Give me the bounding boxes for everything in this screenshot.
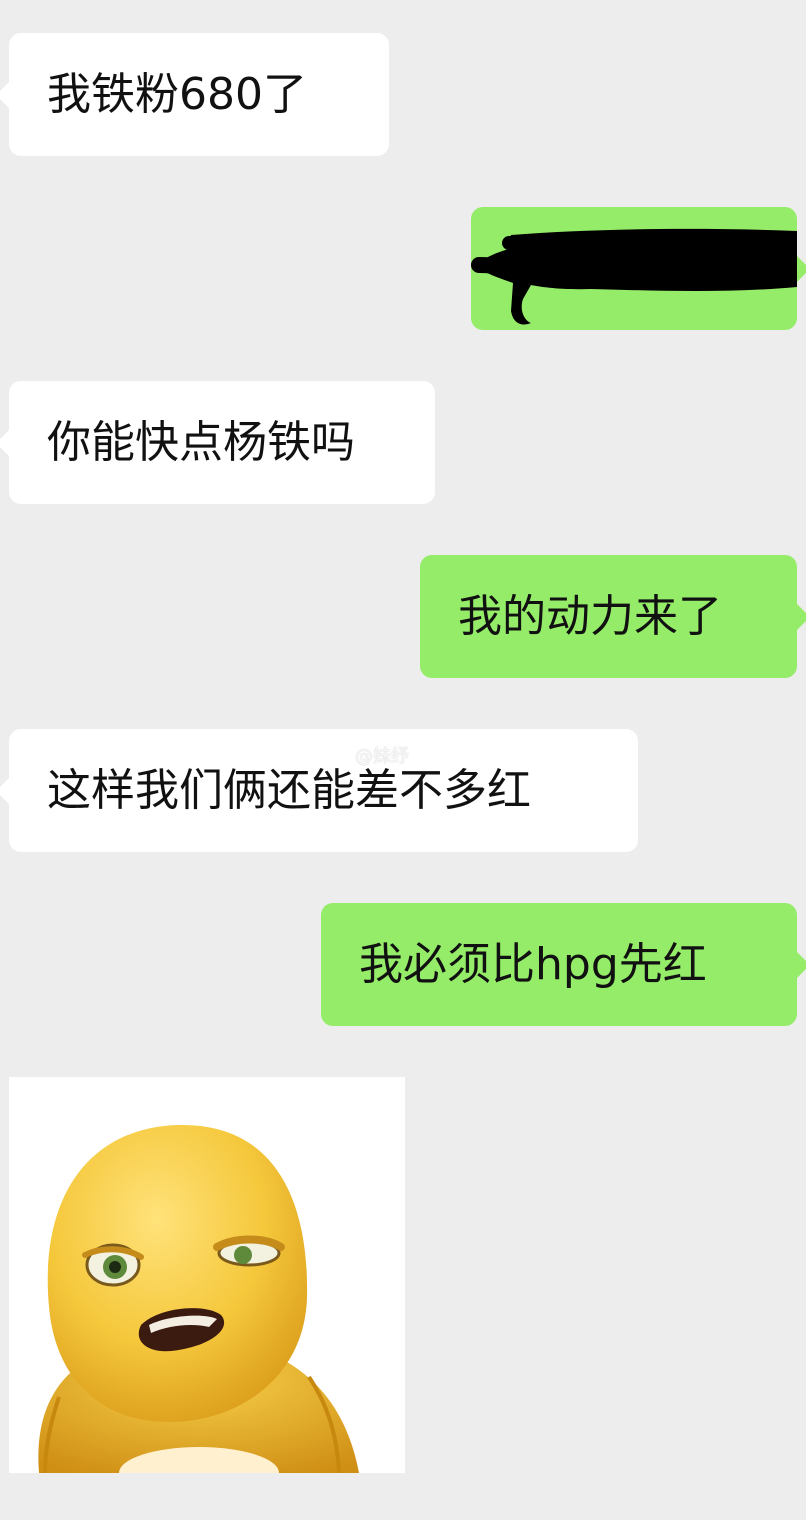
- watermark: @妹纾: [355, 742, 409, 768]
- outgoing-message-redacted[interactable]: [471, 207, 806, 330]
- bubble-tail: [796, 951, 806, 979]
- incoming-message[interactable]: 我铁粉680了: [0, 33, 389, 156]
- bubble-tail: [0, 81, 10, 109]
- incoming-message[interactable]: 这样我们俩还能差不多红: [0, 729, 638, 852]
- outgoing-message[interactable]: 我的动力来了: [420, 555, 806, 678]
- bubble-tail: [796, 603, 806, 631]
- message-text: 我必须比hpg先红: [359, 939, 707, 990]
- redaction-scribble: [471, 228, 797, 325]
- watermark-text: @妹纾: [355, 746, 409, 767]
- incoming-message[interactable]: 你能快点杨铁吗: [0, 381, 435, 504]
- message-text: 我的动力来了: [458, 591, 722, 642]
- yellow-cartoon-face-sticker-icon: [38, 1124, 359, 1473]
- sticker-message[interactable]: [9, 1077, 405, 1473]
- bubble-tail: [0, 429, 10, 457]
- outgoing-message[interactable]: 我必须比hpg先红: [321, 903, 806, 1026]
- bubble-tail: [796, 255, 806, 283]
- message-text: 你能快点杨铁吗: [47, 417, 355, 468]
- message-text: 我铁粉680了: [47, 69, 307, 120]
- message-text: 这样我们俩还能差不多红: [47, 765, 531, 816]
- bubble-tail: [0, 777, 10, 805]
